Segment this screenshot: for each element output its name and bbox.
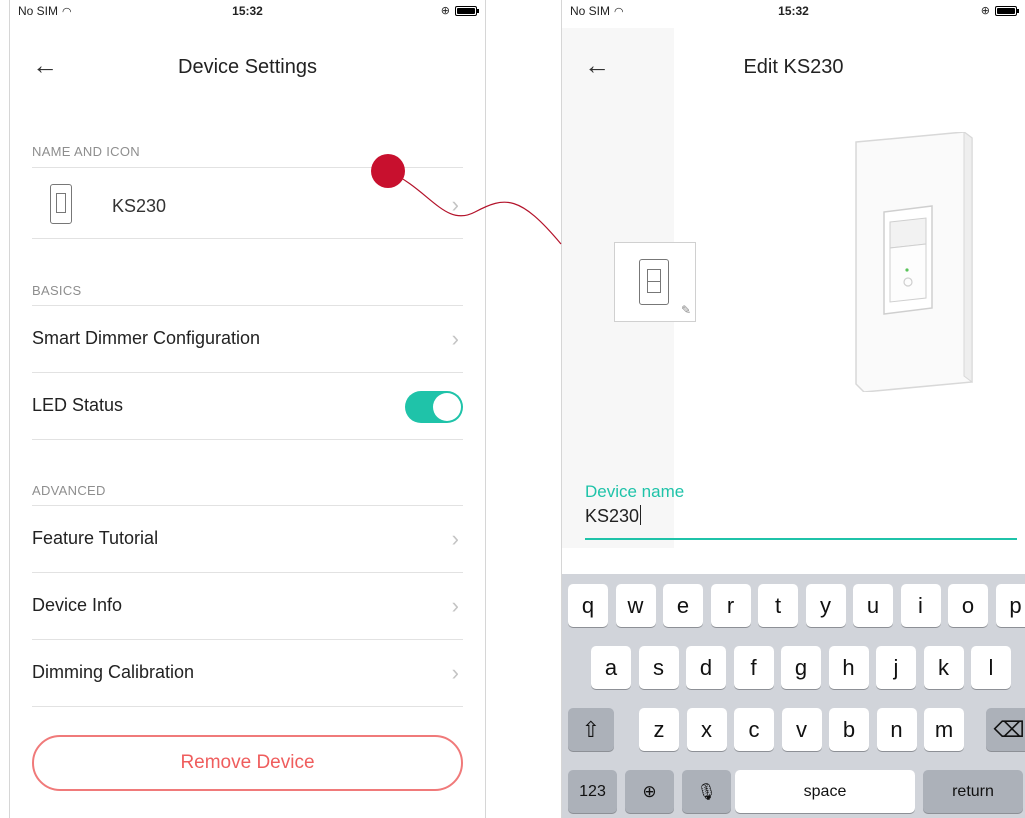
key-r[interactable]: r: [710, 584, 751, 627]
switch-illustration: [855, 132, 973, 392]
shift-key[interactable]: ⇧: [568, 708, 614, 751]
key-p[interactable]: p: [995, 584, 1025, 627]
key-l[interactable]: l: [971, 646, 1011, 689]
status-time: 15:32: [232, 4, 263, 18]
page-title: Device Settings: [178, 56, 317, 78]
device-icon-picker[interactable]: ✎: [614, 242, 696, 322]
space-key[interactable]: space: [735, 770, 915, 813]
edit-device-screen: No SIM ◠ 15:32 ⊕ ← Edit KS230 ✎ Device na…: [561, 0, 1025, 818]
key-s[interactable]: s: [638, 646, 679, 689]
key-w[interactable]: w: [615, 584, 656, 627]
row-label: Feature Tutorial: [32, 528, 159, 548]
device-info-row[interactable]: Device Info ›: [32, 573, 463, 639]
on-screen-keyboard: qwertyuiop asdfghjkl zxcvbnm ⇧ ⌫ 123 ⊕ 🎙…: [562, 574, 1025, 818]
section-label-name-icon: NAME AND ICON: [32, 144, 140, 159]
status-bar: No SIM ◠ 15:32 ⊕: [10, 0, 485, 22]
battery-icon: [995, 5, 1019, 16]
key-z[interactable]: z: [639, 708, 679, 751]
battery-icon: [455, 5, 479, 16]
key-x[interactable]: x: [686, 708, 727, 751]
key-d[interactable]: d: [686, 646, 726, 689]
device-name-input[interactable]: KS230: [585, 505, 1015, 535]
key-h[interactable]: h: [828, 646, 869, 689]
divider: [32, 439, 463, 440]
rotation-lock-icon: ⊕: [980, 5, 990, 17]
status-bar: No SIM ◠ 15:32 ⊕: [562, 0, 1025, 22]
globe-key[interactable]: ⊕: [625, 770, 674, 813]
microphone-key[interactable]: 🎙: [682, 770, 731, 813]
key-b[interactable]: b: [829, 708, 869, 751]
globe-icon: ⊕: [642, 781, 657, 801]
key-v[interactable]: v: [781, 708, 822, 751]
led-status-toggle[interactable]: [405, 391, 463, 423]
microphone-icon: 🎙: [696, 783, 717, 801]
nav-bar: ← Edit KS230: [562, 40, 1025, 94]
dimming-calibration-row[interactable]: Dimming Calibration ›: [32, 640, 463, 706]
row-label: Dimming Calibration: [32, 662, 195, 682]
key-n[interactable]: n: [876, 708, 917, 751]
device-settings-screen: No SIM ◠ 15:32 ⊕ ← Device Settings NAME A…: [9, 0, 486, 818]
divider: [32, 238, 463, 239]
key-i[interactable]: i: [900, 584, 941, 627]
status-time: 15:32: [778, 4, 809, 18]
chevron-right-icon: ›: [451, 326, 459, 351]
text-caret: [640, 505, 642, 525]
key-m[interactable]: m: [924, 708, 964, 751]
feature-tutorial-row[interactable]: Feature Tutorial ›: [32, 506, 463, 572]
switch-device-icon: [50, 184, 72, 224]
key-g[interactable]: g: [781, 646, 821, 689]
device-name-label: Device name: [585, 482, 685, 501]
chevron-right-icon: ›: [451, 660, 459, 685]
toggle-knob: [433, 393, 461, 421]
key-a[interactable]: a: [591, 646, 631, 689]
section-label-advanced: ADVANCED: [32, 483, 106, 498]
key-q[interactable]: q: [568, 584, 608, 627]
key-k[interactable]: k: [923, 646, 964, 689]
device-name-label: KS230: [112, 196, 167, 216]
row-label: LED Status: [32, 395, 124, 415]
nav-bar: ← Device Settings: [10, 40, 485, 94]
page-title: Edit KS230: [743, 56, 844, 78]
device-name-row[interactable]: KS230 ›: [32, 172, 463, 238]
key-u[interactable]: u: [853, 584, 893, 627]
chevron-right-icon: ›: [451, 593, 459, 618]
rotation-lock-icon: ⊕: [440, 5, 450, 17]
chevron-right-icon: ›: [451, 192, 459, 217]
key-y[interactable]: y: [805, 584, 846, 627]
key-c[interactable]: c: [734, 708, 774, 751]
row-label: Device Info: [32, 595, 123, 615]
key-o[interactable]: o: [948, 584, 988, 627]
key-f[interactable]: f: [733, 646, 774, 689]
smart-dimmer-config-row[interactable]: Smart Dimmer Configuration ›: [32, 306, 463, 372]
key-e[interactable]: e: [663, 584, 703, 627]
section-label-basics: BASICS: [32, 283, 82, 298]
switch-device-icon: [639, 259, 669, 305]
remove-device-button[interactable]: Remove Device: [32, 735, 463, 791]
numbers-key[interactable]: 123: [568, 770, 617, 813]
row-label: Smart Dimmer Configuration: [32, 328, 261, 348]
key-j[interactable]: j: [876, 646, 916, 689]
divider: [32, 706, 463, 707]
pencil-icon: ✎: [680, 303, 691, 317]
led-status-row: LED Status: [32, 373, 463, 439]
key-t[interactable]: t: [758, 584, 798, 627]
divider: [32, 167, 463, 168]
return-key[interactable]: return: [923, 770, 1023, 813]
device-name-value: KS230: [585, 506, 640, 526]
delete-key[interactable]: ⌫: [986, 708, 1025, 751]
input-underline: [585, 538, 1017, 540]
chevron-right-icon: ›: [451, 526, 459, 551]
